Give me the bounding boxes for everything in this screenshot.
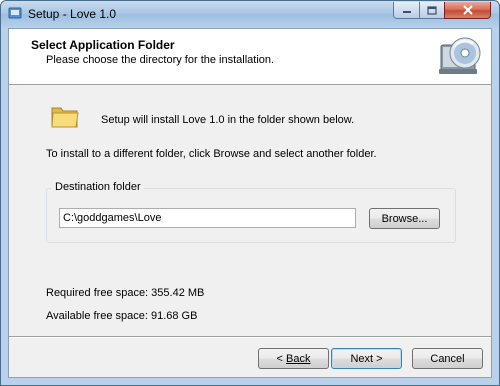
maximize-button[interactable]	[419, 2, 445, 19]
setup-window: Setup - Love 1.0 Select Application Fold…	[0, 0, 500, 386]
wizard-header: Select Application Folder Please choose …	[9, 29, 491, 85]
install-disc-icon	[439, 37, 481, 74]
page-title: Select Application Folder	[31, 38, 175, 52]
install-location-text: Setup will install Love 1.0 in the folde…	[101, 114, 355, 126]
wizard-client-area: Select Application Folder Please choose …	[8, 28, 492, 378]
folder-icon	[51, 107, 79, 128]
next-button[interactable]: Next >	[331, 348, 402, 369]
setup-app-icon	[8, 7, 22, 19]
back-button[interactable]: < Back	[258, 348, 329, 369]
close-button[interactable]	[444, 2, 491, 19]
minimize-icon	[402, 11, 411, 13]
close-icon	[462, 5, 473, 15]
window-title: Setup - Love 1.0	[28, 7, 117, 21]
title-bar[interactable]: Setup - Love 1.0	[1, 1, 499, 27]
button-separator	[9, 336, 491, 338]
cancel-button[interactable]: Cancel	[412, 348, 483, 369]
browse-button[interactable]: Browse...	[369, 208, 440, 229]
available-space-text: Available free space: 91.68 GB	[46, 310, 198, 322]
maximize-icon	[427, 5, 437, 15]
back-arrow: <	[276, 352, 286, 365]
browse-hint-text: To install to a different folder, click …	[46, 148, 377, 160]
back-button-label: Back	[286, 352, 311, 365]
page-subtitle: Please choose the directory for the inst…	[46, 54, 275, 66]
required-space-text: Required free space: 355.42 MB	[46, 287, 205, 299]
minimize-button[interactable]	[393, 2, 420, 19]
destination-path-input[interactable]	[59, 208, 356, 228]
destination-folder-label: Destination folder	[52, 181, 144, 193]
